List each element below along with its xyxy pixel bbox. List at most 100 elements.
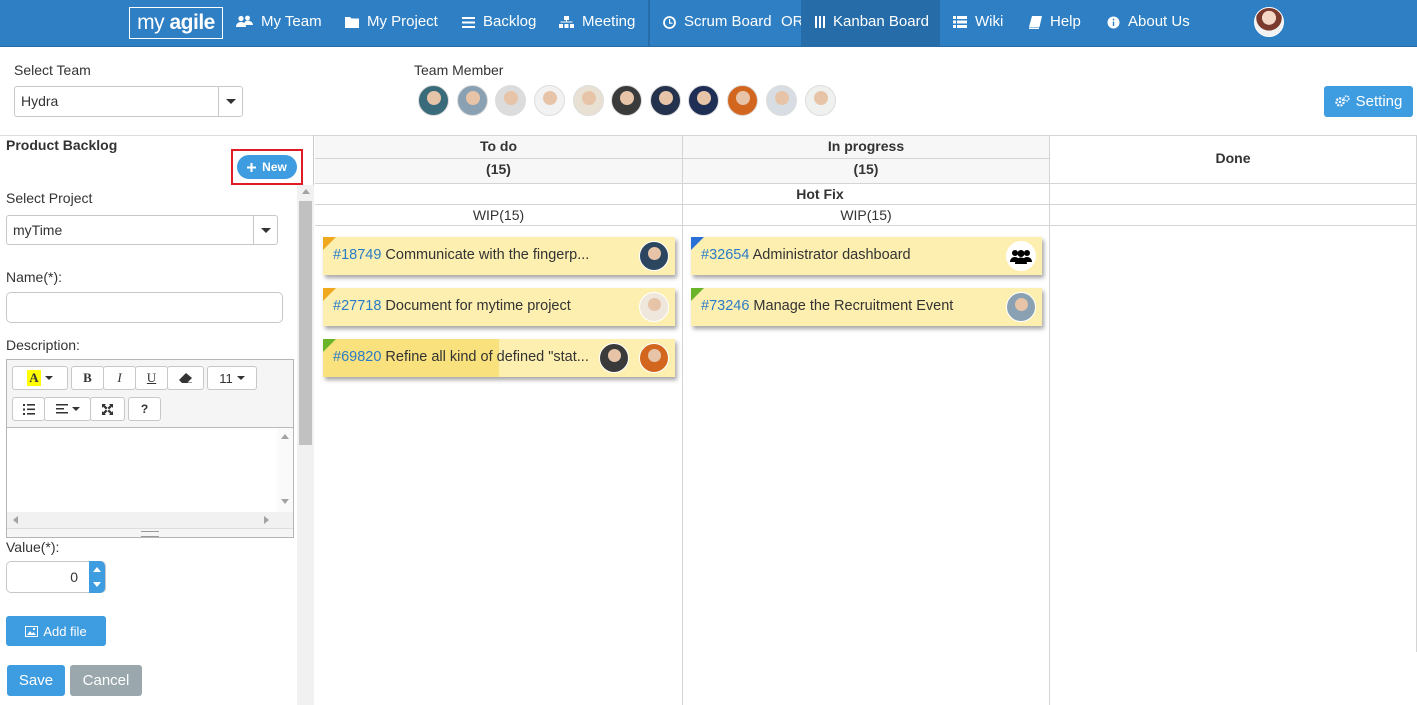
editor-vscrollbar[interactable] [277, 428, 293, 512]
card-title: Manage the Recruitment Event [753, 298, 954, 314]
member-avatar[interactable] [534, 85, 565, 116]
assignee-avatar[interactable] [639, 343, 669, 373]
team-member-label: Team Member [414, 62, 504, 78]
bold-button[interactable]: B [71, 366, 104, 390]
wip-limit-todo: WIP(15) [472, 207, 525, 223]
card-id-link[interactable]: #73246 [701, 298, 749, 314]
nav-about-us[interactable]: About Us [1107, 0, 1190, 47]
scroll-up-icon[interactable] [302, 189, 310, 194]
nav-kanban-board-label: Kanban Board [833, 13, 929, 30]
member-avatar[interactable] [611, 85, 642, 116]
users-icon [236, 15, 253, 27]
italic-button[interactable]: I [103, 366, 136, 390]
kanban-card[interactable]: #18749 Communicate with the fingerp... [323, 237, 675, 275]
columns-icon [815, 16, 825, 28]
help-button[interactable]: ? [128, 397, 161, 421]
nav-scrum-board-label: Scrum Board [684, 13, 772, 30]
team-select[interactable]: Hydra [14, 86, 243, 117]
column-divider [1049, 135, 1050, 705]
stepper-arrows[interactable] [89, 561, 105, 593]
align-left-icon [55, 404, 68, 414]
select-project-label: Select Project [6, 190, 93, 206]
add-file-button[interactable]: Add file [6, 616, 106, 646]
assignee-avatar[interactable] [639, 241, 669, 271]
assignee-avatar[interactable] [1006, 292, 1036, 322]
card-id-link[interactable]: #27718 [333, 298, 381, 314]
font-color-button[interactable]: A [12, 366, 68, 390]
user-avatar[interactable] [1254, 7, 1284, 37]
scroll-left-icon[interactable] [13, 516, 18, 524]
chevron-down-icon [218, 87, 242, 116]
kanban-card[interactable]: #73246 Manage the Recruitment Event [691, 288, 1042, 326]
nav-kanban-board[interactable]: Kanban Board [815, 0, 929, 47]
nav-scrum-board[interactable]: Scrum Board [663, 0, 772, 47]
card-text: #32654 Administrator dashboard [701, 247, 911, 263]
assignee-avatar[interactable] [599, 343, 629, 373]
plus-icon [247, 162, 257, 172]
underline-button[interactable]: U [135, 366, 168, 390]
font-size-button[interactable]: 11 [207, 366, 257, 390]
clear-format-button[interactable] [167, 366, 204, 390]
card-id-link[interactable]: #18749 [333, 247, 381, 263]
member-avatar[interactable] [650, 85, 681, 116]
member-avatar[interactable] [805, 85, 836, 116]
panel-scrollbar-thumb[interactable] [299, 201, 312, 445]
setting-button[interactable]: Setting [1324, 86, 1413, 117]
wip-divider [315, 225, 1417, 226]
nav-my-team[interactable]: My Team [236, 0, 322, 47]
member-avatar[interactable] [727, 85, 758, 116]
nav-meeting[interactable]: Meeting [559, 0, 635, 47]
nav-help[interactable]: Help [1029, 0, 1081, 47]
nav-my-team-label: My Team [261, 13, 322, 30]
save-button[interactable]: Save [7, 665, 65, 696]
font-size-value: 11 [219, 370, 233, 386]
nav-wiki-label: Wiki [975, 13, 1004, 30]
assignee-avatar[interactable] [639, 292, 669, 322]
scroll-down-icon[interactable] [281, 499, 289, 504]
kanban-card[interactable]: #69820 Refine all kind of defined "stat.… [323, 339, 675, 377]
nav-help-label: Help [1050, 13, 1081, 30]
value-stepper[interactable]: 0 [6, 561, 106, 593]
th-list-icon [953, 16, 967, 28]
list-icon [462, 16, 475, 28]
info-icon [1107, 16, 1120, 28]
nav-meeting-label: Meeting [582, 13, 636, 30]
member-avatar[interactable] [418, 85, 449, 116]
card-id-link[interactable]: #69820 [333, 349, 381, 365]
paragraph-align-button[interactable] [44, 397, 91, 421]
image-icon [25, 625, 39, 637]
kanban-card[interactable]: #27718 Document for mytime project [323, 288, 675, 326]
member-avatar[interactable] [457, 85, 488, 116]
new-backlog-button[interactable]: New [237, 155, 297, 179]
scroll-up-icon[interactable] [281, 434, 289, 439]
member-avatar[interactable] [688, 85, 719, 116]
card-title: Refine all kind of defined "stat... [385, 349, 589, 365]
group-icon[interactable] [1006, 241, 1036, 271]
editor-text-area[interactable] [7, 428, 277, 512]
editor-resize-handle[interactable] [7, 528, 293, 537]
wip-limit-in-progress: WIP(15) [840, 207, 892, 223]
editor-hscrollbar[interactable] [7, 512, 293, 528]
card-id-link[interactable]: #32654 [701, 247, 749, 263]
project-select[interactable]: myTime [6, 215, 278, 245]
ordered-list-button[interactable] [12, 397, 45, 421]
kanban-card[interactable]: #32654 Administrator dashboard [691, 237, 1042, 275]
nav-backlog-label: Backlog [483, 13, 537, 30]
nav-wiki[interactable]: Wiki [953, 0, 1003, 47]
member-avatar[interactable] [766, 85, 797, 116]
nav-my-project[interactable]: My Project [345, 0, 438, 47]
scroll-right-icon[interactable] [264, 516, 269, 524]
chevron-down-icon [236, 376, 245, 380]
sitemap-icon [559, 16, 574, 28]
card-text: #27718 Document for mytime project [333, 298, 571, 314]
member-avatar[interactable] [495, 85, 526, 116]
cancel-button[interactable]: Cancel [70, 665, 142, 696]
fullscreen-button[interactable] [90, 397, 125, 421]
app-logo[interactable]: my agile [129, 7, 223, 39]
member-avatar[interactable] [573, 85, 604, 116]
nav-backlog[interactable]: Backlog [462, 0, 536, 47]
editor-toolbar: A B I U 11 ? [7, 360, 293, 428]
header-divider [315, 158, 1049, 159]
name-input[interactable] [6, 292, 283, 323]
description-label: Description: [6, 337, 80, 353]
